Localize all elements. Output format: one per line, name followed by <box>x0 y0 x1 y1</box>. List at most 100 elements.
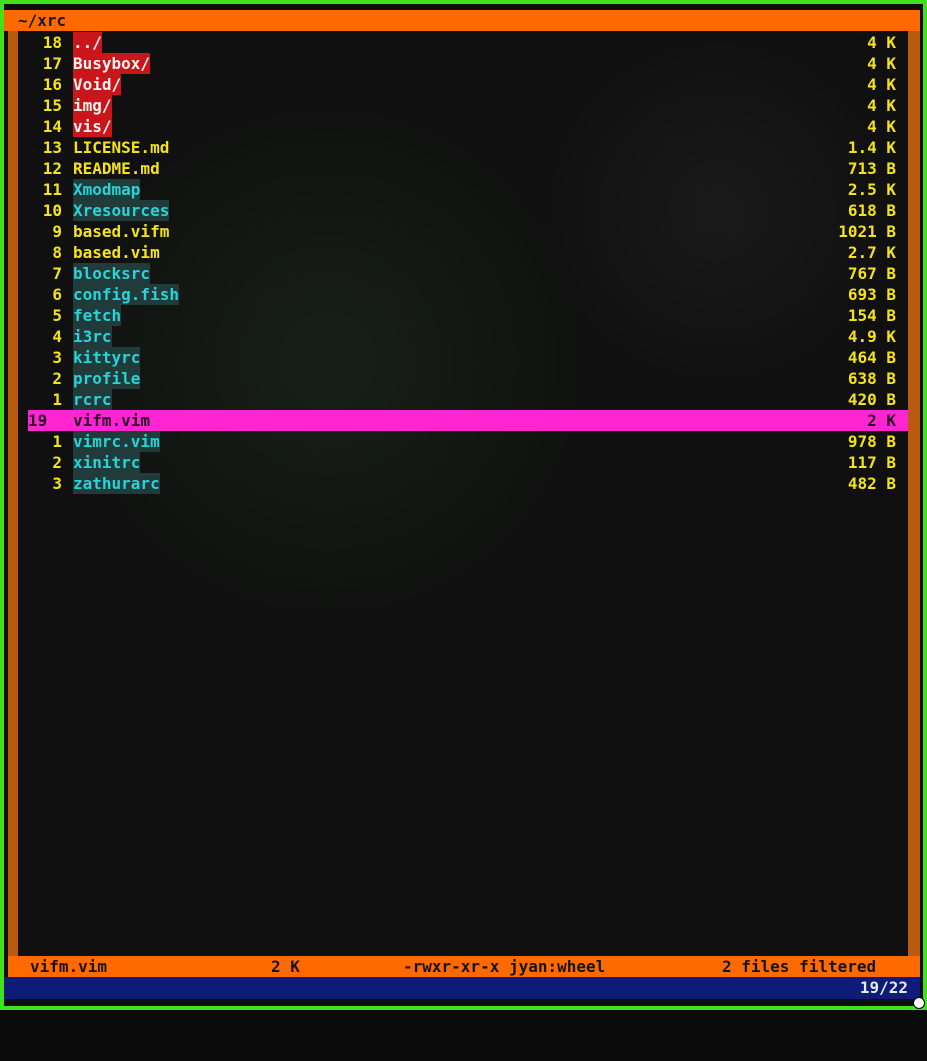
file-row[interactable]: 17 Busybox/4 K <box>18 53 908 74</box>
file-row[interactable]: 3 kittyrc 464 B <box>18 347 908 368</box>
line-number: 8 <box>52 243 62 262</box>
line-number: 2 <box>52 369 62 388</box>
file-size: 2.7 K <box>847 243 896 262</box>
file-size: 638 B <box>847 369 896 388</box>
file-row[interactable]: 16 Void/4 K <box>18 74 908 95</box>
file-size: 767 B <box>847 264 896 283</box>
file-name[interactable]: i3rc <box>73 326 112 347</box>
line-number: 12 <box>42 159 62 178</box>
command-line[interactable]: 19/22 <box>4 977 920 999</box>
file-size: 2.5 K <box>847 180 896 199</box>
file-size: 4 K <box>867 75 896 94</box>
file-size: 4 K <box>867 117 896 136</box>
line-number: 5 <box>52 306 62 325</box>
status-filter: 2 files filtered <box>722 957 877 976</box>
file-name[interactable]: Xmodmap <box>73 179 141 200</box>
file-size: 420 B <box>847 390 896 409</box>
line-number: 2 <box>52 453 62 472</box>
file-size: 1.4 K <box>847 138 896 157</box>
line-number: 15 <box>42 96 62 115</box>
file-size: 154 B <box>847 306 896 325</box>
file-size: 117 B <box>847 453 896 472</box>
directory-name[interactable]: vis/ <box>73 116 112 137</box>
file-name[interactable]: based.vifm <box>73 221 169 242</box>
file-name[interactable]: config.fish <box>73 284 179 305</box>
line-number: 10 <box>42 201 62 220</box>
file-row[interactable]: 2 profile 638 B <box>18 368 908 389</box>
position-indicator: 19/22 <box>859 978 908 997</box>
file-row[interactable]: 1 rcrc 420 B <box>18 389 908 410</box>
file-row[interactable]: 6 config.fish 693 B <box>18 284 908 305</box>
file-row[interactable]: 13 LICENSE.md 1.4 K <box>18 137 908 158</box>
line-number: 18 <box>42 33 62 52</box>
line-number: 14 <box>42 117 62 136</box>
file-row[interactable]: 15 img/4 K <box>18 95 908 116</box>
file-row[interactable]: 8 based.vim 2.7 K <box>18 242 908 263</box>
file-name[interactable]: zathurarc <box>73 473 160 494</box>
file-name[interactable]: kittyrc <box>73 347 141 368</box>
file-row[interactable]: 3 zathurarc 482 B <box>18 473 908 494</box>
file-list-pane[interactable]: 18 ../4 K 17 Busybox/4 K 16 Void/4 K 15 img/4 K… <box>18 31 908 956</box>
file-row[interactable]: 5 fetch 154 B <box>18 305 908 326</box>
file-name[interactable]: vifm.vim <box>73 410 150 431</box>
file-row[interactable]: 14 vis/4 K <box>18 116 908 137</box>
file-row[interactable]: 11 Xmodmap 2.5 K <box>18 179 908 200</box>
file-size: 618 B <box>847 201 896 220</box>
line-number: 9 <box>52 222 62 241</box>
directory-name[interactable]: ../ <box>73 32 102 53</box>
directory-name[interactable]: Busybox/ <box>73 53 151 74</box>
file-name[interactable]: based.vim <box>73 242 160 263</box>
resize-handle-icon[interactable] <box>913 997 925 1009</box>
file-row[interactable]: 9 based.vifm 1021 B <box>18 221 908 242</box>
file-size: 693 B <box>847 285 896 304</box>
line-number: 4 <box>52 327 62 346</box>
line-number: 3 <box>52 474 62 493</box>
file-row-selected[interactable]: 19 vifm.vim 2 K <box>28 410 908 431</box>
right-border <box>908 31 920 956</box>
directory-name[interactable]: img/ <box>73 95 112 116</box>
status-permissions: -rwxr-xr-x jyan:wheel <box>403 957 606 976</box>
file-size: 1021 B <box>838 222 896 241</box>
file-size: 4 K <box>867 33 896 52</box>
file-row[interactable]: 2 xinitrc 117 B <box>18 452 908 473</box>
file-row[interactable]: 10 Xresources 618 B <box>18 200 908 221</box>
file-size: 464 B <box>847 348 896 367</box>
file-name[interactable]: rcrc <box>73 389 112 410</box>
line-number: 6 <box>52 285 62 304</box>
line-number: 16 <box>42 75 62 94</box>
file-size: 4 K <box>867 54 896 73</box>
line-number: 1 <box>52 390 62 409</box>
file-name[interactable]: fetch <box>73 305 122 326</box>
file-row[interactable]: 12 README.md 713 B <box>18 158 908 179</box>
line-number: 1 <box>52 432 62 451</box>
file-size: 482 B <box>847 474 896 493</box>
file-row[interactable]: 1 vimrc.vim 978 B <box>18 431 908 452</box>
status-size: 2 K <box>271 957 300 976</box>
line-number: 13 <box>42 138 62 157</box>
file-name[interactable]: xinitrc <box>73 452 141 473</box>
file-row[interactable]: 7 blocksrc 767 B <box>18 263 908 284</box>
file-name[interactable]: profile <box>73 368 141 389</box>
file-name[interactable]: blocksrc <box>73 263 151 284</box>
file-name[interactable]: README.md <box>73 158 160 179</box>
line-number: 7 <box>52 264 62 283</box>
status-filename: vifm.vim <box>30 957 108 976</box>
line-number: 17 <box>42 54 62 73</box>
file-size: 4 K <box>867 96 896 115</box>
file-name[interactable]: vimrc.vim <box>73 431 160 452</box>
line-number: 11 <box>42 180 62 199</box>
file-row[interactable]: 18 ../ 4 K <box>18 32 908 53</box>
line-number: 3 <box>52 348 62 367</box>
file-name[interactable]: Xresources <box>73 200 170 221</box>
directory-name[interactable]: Void/ <box>73 74 122 95</box>
file-name[interactable]: LICENSE.md <box>73 137 169 158</box>
status-bar: vifm.vim 2 K -rwxr-xr-x jyan:wheel 2 fil… <box>8 956 920 977</box>
path-title: ~/xrc <box>4 10 920 31</box>
file-size: 2 K <box>867 411 896 430</box>
file-size: 978 B <box>847 432 896 451</box>
file-row[interactable]: 4 i3rc 4.9 K <box>18 326 908 347</box>
line-number: 19 <box>28 411 48 430</box>
file-size: 4.9 K <box>847 327 896 346</box>
file-size: 713 B <box>847 159 896 178</box>
left-border <box>8 31 18 956</box>
